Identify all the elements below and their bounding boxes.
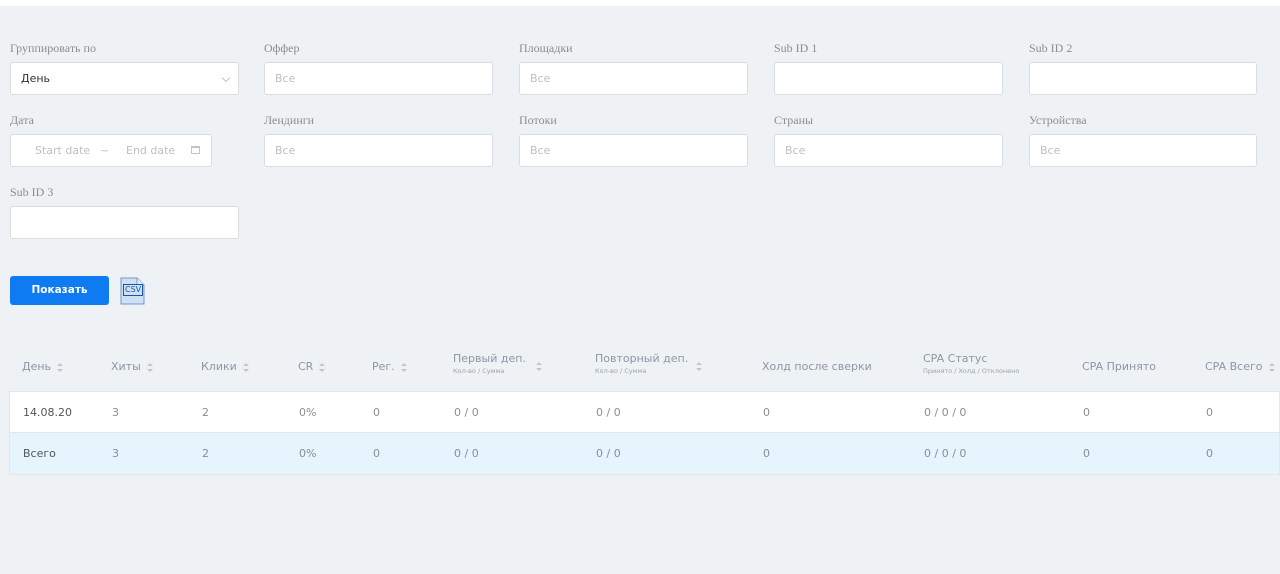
- col-hits-label: Хиты: [111, 360, 141, 373]
- col-repeat-deposit-label: Повторный деп.: [595, 352, 689, 365]
- col-first-deposit-label: Первый деп.: [453, 352, 526, 365]
- csv-label: CSV: [123, 284, 144, 296]
- col-first-deposit[interactable]: Первый деп. Кол-во / Сумма: [453, 352, 543, 382]
- start-date-input[interactable]: Start date: [35, 135, 90, 166]
- col-hold-after-reconciliation: Холд после сверки: [762, 352, 872, 382]
- col-cr-label: CR: [298, 360, 314, 373]
- group-by-label: Группировать по: [10, 41, 96, 55]
- group-by-select[interactable]: День: [10, 62, 239, 95]
- col-cpa-status-label: CPA Статус: [923, 352, 988, 365]
- cell-hits: 3: [112, 447, 119, 460]
- devices-select[interactable]: Все: [1029, 134, 1257, 167]
- col-hits[interactable]: Хиты: [111, 352, 153, 382]
- countries-select[interactable]: Все: [774, 134, 1003, 167]
- col-cpa-total-label: CPA Всего: [1205, 360, 1263, 373]
- group-by-value: День: [21, 72, 51, 85]
- col-clicks[interactable]: Клики: [201, 352, 249, 382]
- csv-export-button[interactable]: CSV: [120, 277, 145, 305]
- cell-cr: 0%: [299, 406, 317, 419]
- landings-select[interactable]: Все: [264, 134, 493, 167]
- sub-id-3-input[interactable]: [10, 206, 239, 239]
- sub-id-2-input[interactable]: [1029, 62, 1257, 95]
- col-clicks-label: Клики: [201, 360, 237, 373]
- streams-select[interactable]: Все: [519, 134, 748, 167]
- col-repeat-deposit-sub: Кол-во / Сумма: [595, 367, 647, 375]
- sub-id-1-input[interactable]: [774, 62, 1003, 95]
- col-cpa-total[interactable]: CPA Всего: [1205, 352, 1275, 382]
- sub-id-2-label: Sub ID 2: [1029, 41, 1073, 55]
- sort-icon[interactable]: [319, 362, 326, 372]
- col-day-label: День: [22, 360, 52, 373]
- platforms-label: Площадки: [519, 41, 573, 55]
- cell-hits: 3: [112, 406, 119, 419]
- offer-label: Оффер: [264, 41, 300, 55]
- cell-day: Всего: [23, 447, 56, 460]
- table-row: 14.08.20 3 2 0% 0 0 / 0 0 / 0 0 0 / 0 / …: [9, 391, 1280, 433]
- col-first-deposit-sub: Кол-во / Сумма: [453, 367, 505, 375]
- sort-icon[interactable]: [146, 362, 153, 372]
- top-bar: [0, 0, 1280, 6]
- date-label: Дата: [10, 113, 34, 127]
- cell-cpa-accepted: 0: [1083, 447, 1090, 460]
- cell-reg: 0: [373, 447, 380, 460]
- cell-repeat-deposit: 0 / 0: [596, 406, 621, 419]
- col-reg[interactable]: Рег.: [372, 352, 407, 382]
- sort-icon[interactable]: [1268, 362, 1275, 372]
- col-reg-label: Рег.: [372, 360, 395, 373]
- cell-reg: 0: [373, 406, 380, 419]
- col-cr[interactable]: CR: [298, 352, 326, 382]
- cell-cpa-status: 0 / 0 / 0: [924, 447, 967, 460]
- calendar-icon: [191, 146, 200, 154]
- date-range-picker[interactable]: Start date ~ End date: [10, 134, 212, 167]
- col-cpa-status-sub: Принято / Холд / Отклонено: [923, 367, 1020, 375]
- cell-clicks: 2: [202, 406, 209, 419]
- cell-day: 14.08.20: [23, 406, 72, 419]
- sort-icon[interactable]: [536, 362, 542, 371]
- cell-cpa-total: 0: [1206, 406, 1213, 419]
- cell-cpa-total: 0: [1206, 447, 1213, 460]
- sort-icon[interactable]: [400, 362, 407, 372]
- col-cpa-status: CPA Статус Принято / Холд / Отклонено: [923, 352, 1019, 382]
- sub-id-3-label: Sub ID 3: [10, 185, 54, 199]
- date-range-separator: ~: [100, 144, 110, 157]
- devices-label: Устройства: [1029, 113, 1087, 127]
- countries-label: Страны: [774, 113, 814, 127]
- end-date-input[interactable]: End date: [126, 135, 175, 166]
- cell-hold: 0: [763, 447, 770, 460]
- chevron-down-icon: [221, 73, 231, 83]
- sort-icon[interactable]: [696, 362, 702, 371]
- col-day[interactable]: День: [22, 352, 64, 382]
- cell-cpa-accepted: 0: [1083, 406, 1090, 419]
- show-button[interactable]: Показать: [10, 276, 109, 305]
- sort-icon[interactable]: [57, 362, 64, 372]
- col-cpa-accepted: CPA Принято: [1082, 352, 1156, 382]
- col-cpa-accepted-label: CPA Принято: [1082, 360, 1156, 373]
- cell-clicks: 2: [202, 447, 209, 460]
- col-repeat-deposit[interactable]: Повторный деп. Кол-во / Сумма: [595, 352, 705, 382]
- table-total-row: Всего 3 2 0% 0 0 / 0 0 / 0 0 0 / 0 / 0 0…: [9, 433, 1280, 475]
- offer-select[interactable]: Все: [264, 62, 493, 95]
- cell-cpa-status: 0 / 0 / 0: [924, 406, 967, 419]
- cell-first-deposit: 0 / 0: [454, 406, 479, 419]
- streams-label: Потоки: [519, 113, 557, 127]
- platforms-select[interactable]: Все: [519, 62, 748, 95]
- cell-repeat-deposit: 0 / 0: [596, 447, 621, 460]
- cell-cr: 0%: [299, 447, 317, 460]
- cell-first-deposit: 0 / 0: [454, 447, 479, 460]
- sub-id-1-label: Sub ID 1: [774, 41, 818, 55]
- sort-icon[interactable]: [242, 362, 249, 372]
- landings-label: Лендинги: [264, 113, 315, 127]
- cell-hold: 0: [763, 406, 770, 419]
- col-hold-label: Холд после сверки: [762, 360, 872, 373]
